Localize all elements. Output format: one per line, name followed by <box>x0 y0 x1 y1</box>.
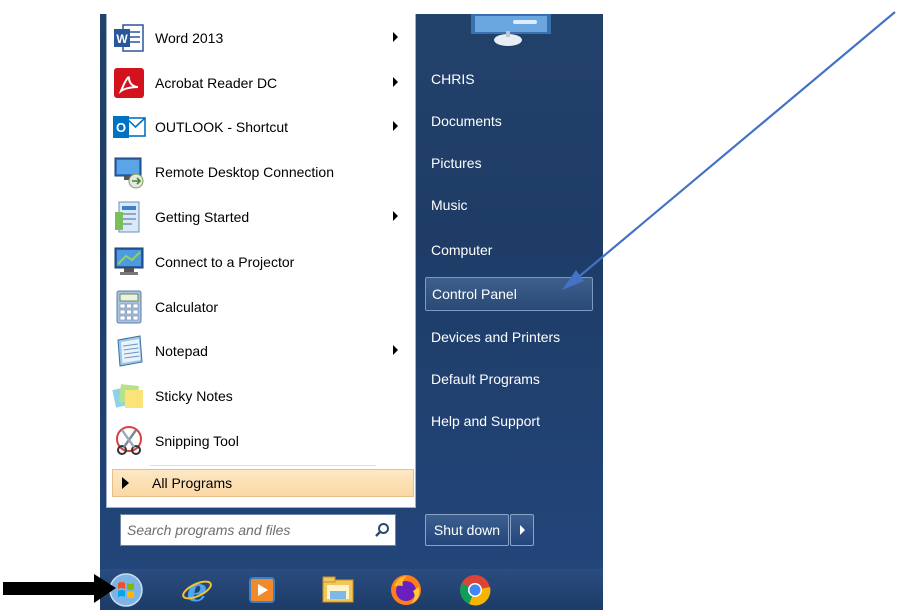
search-input[interactable] <box>121 516 369 544</box>
program-label: Snipping Tool <box>155 433 239 449</box>
media-player-icon[interactable] <box>242 572 282 608</box>
program-projector[interactable]: Connect to a Projector <box>112 242 412 282</box>
shutdown-label: Shut down <box>433 522 501 538</box>
shutdown-button[interactable]: Shut down <box>425 514 509 546</box>
start-orb-icon[interactable] <box>106 572 146 608</box>
submenu-arrow-icon <box>393 77 398 87</box>
submenu-arrow-icon <box>393 345 398 355</box>
program-notepad[interactable]: Notepad <box>112 331 412 371</box>
program-snipping-tool[interactable]: Snipping Tool <box>112 421 412 461</box>
menu-label: CHRIS <box>431 71 475 87</box>
submenu-arrow-icon <box>393 32 398 42</box>
outlook-icon: O <box>112 110 146 144</box>
program-sticky-notes[interactable]: Sticky Notes <box>112 376 412 416</box>
menu-user-folder[interactable]: CHRIS <box>425 62 593 96</box>
menu-pictures[interactable]: Pictures <box>425 146 593 180</box>
internet-explorer-icon[interactable]: e <box>177 572 217 608</box>
acrobat-icon <box>112 66 146 100</box>
remote-desktop-icon <box>112 155 146 189</box>
firefox-icon[interactable] <box>386 572 426 608</box>
menu-label: Pictures <box>431 155 482 171</box>
word-icon: W <box>112 21 146 55</box>
program-label: Connect to a Projector <box>155 254 295 270</box>
menu-devices-printers[interactable]: Devices and Printers <box>425 320 593 354</box>
program-label: Remote Desktop Connection <box>155 164 334 180</box>
program-label: Word 2013 <box>155 30 224 46</box>
snipping-tool-icon <box>112 424 146 458</box>
menu-control-panel[interactable]: Control Panel <box>425 277 593 311</box>
search-icon[interactable] <box>369 517 395 543</box>
program-label: Notepad <box>155 343 208 359</box>
menu-computer[interactable]: Computer <box>425 233 593 267</box>
search-box[interactable] <box>120 514 396 546</box>
file-explorer-icon[interactable] <box>318 572 358 608</box>
program-remote-desktop[interactable]: Remote Desktop Connection <box>112 152 412 192</box>
program-label: OUTLOOK - Shortcut <box>155 119 289 135</box>
program-label: Sticky Notes <box>155 388 233 404</box>
menu-label: Control Panel <box>432 286 517 302</box>
menu-label: Help and Support <box>431 413 540 429</box>
program-outlook[interactable]: O OUTLOOK - Shortcut <box>112 107 412 147</box>
menu-documents[interactable]: Documents <box>425 104 593 138</box>
svg-text:O: O <box>116 120 126 135</box>
shutdown-options-button[interactable] <box>510 514 534 546</box>
program-word[interactable]: W Word 2013 <box>112 18 412 58</box>
menu-label: Documents <box>431 113 502 129</box>
all-programs-button[interactable]: All Programs <box>112 469 414 497</box>
chrome-icon[interactable] <box>455 572 495 608</box>
program-label: Getting Started <box>155 209 250 225</box>
submenu-arrow-icon <box>393 211 398 221</box>
program-label: Acrobat Reader DC <box>155 75 278 91</box>
notepad-icon <box>112 334 146 368</box>
svg-text:e: e <box>187 573 207 607</box>
sticky-notes-icon <box>112 379 146 413</box>
menu-help-support[interactable]: Help and Support <box>425 404 593 438</box>
program-calculator[interactable]: Calculator <box>112 287 412 327</box>
all-programs-label: All Programs <box>152 475 233 491</box>
menu-default-programs[interactable]: Default Programs <box>425 362 593 396</box>
program-label: Calculator <box>155 299 219 315</box>
program-acrobat[interactable]: Acrobat Reader DC <box>112 63 412 103</box>
menu-label: Computer <box>431 242 493 258</box>
user-picture[interactable] <box>471 14 551 46</box>
menu-separator <box>150 465 376 466</box>
projector-icon <box>112 245 146 279</box>
menu-music[interactable]: Music <box>425 188 593 222</box>
calculator-icon <box>112 290 146 324</box>
getting-started-icon <box>112 200 146 234</box>
menu-label: Default Programs <box>431 371 540 387</box>
program-getting-started[interactable]: Getting Started <box>112 197 412 237</box>
menu-label: Devices and Printers <box>431 329 561 345</box>
arrow-right-icon <box>519 525 525 535</box>
menu-label: Music <box>431 197 468 213</box>
arrow-right-icon <box>122 477 129 489</box>
svg-text:W: W <box>116 32 128 46</box>
submenu-arrow-icon <box>393 121 398 131</box>
